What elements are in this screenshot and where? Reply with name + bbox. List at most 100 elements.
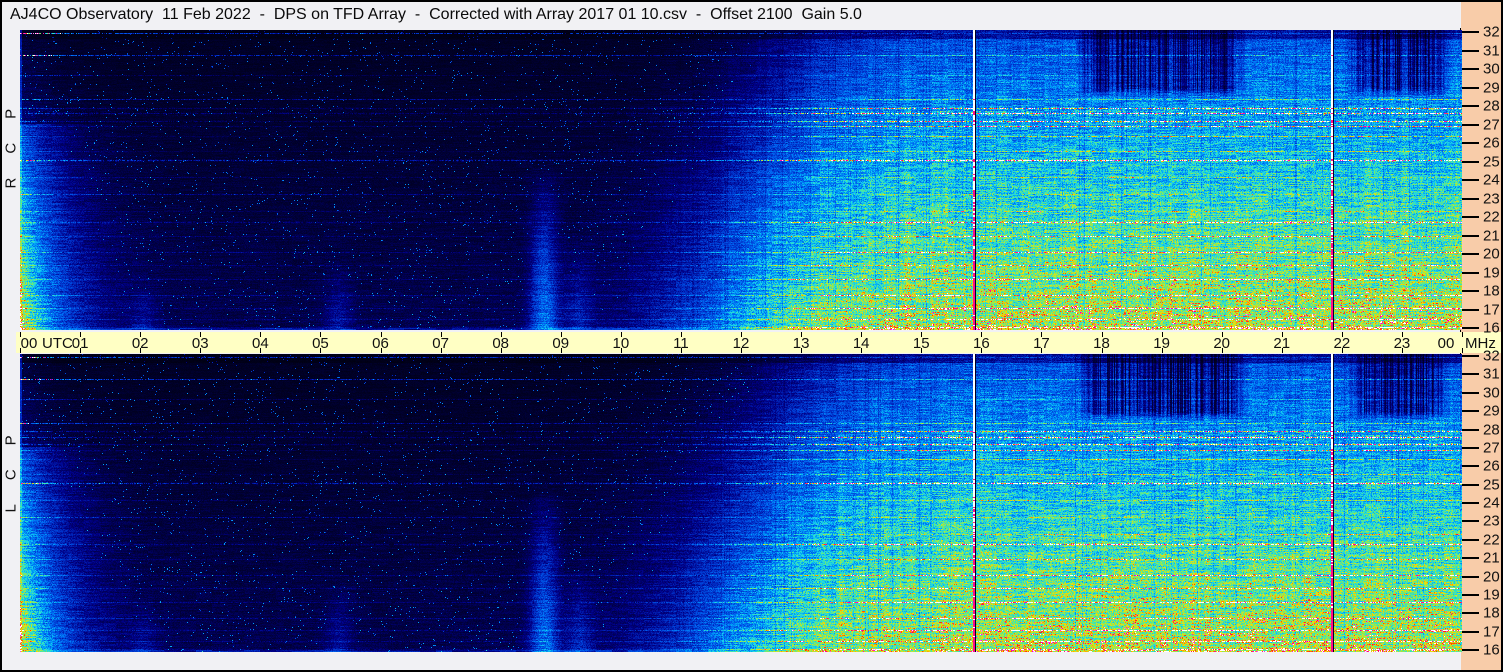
time-label: 11	[673, 335, 689, 352]
freq-tick	[1462, 538, 1479, 541]
freq-tick	[1462, 216, 1479, 218]
freq-tick-label: 32	[1483, 23, 1500, 41]
freq-tick	[1462, 123, 1479, 126]
freq-tick	[1462, 355, 1479, 357]
freq-tick	[1462, 575, 1479, 578]
freq-tick-label: 23	[1483, 512, 1500, 530]
time-label: 23	[1393, 335, 1411, 352]
freq-tick-label: 27	[1483, 439, 1500, 457]
freq-tick	[1462, 160, 1479, 163]
time-label: 04	[251, 335, 269, 352]
spectrogram-lcp	[20, 354, 1462, 652]
freq-tick	[1462, 68, 1479, 70]
time-label: 09	[552, 335, 570, 352]
freq-tick-label: 29	[1483, 402, 1500, 420]
time-tick	[1462, 332, 1463, 337]
time-label: 22	[1333, 335, 1351, 352]
utc-unit-label: UTC	[42, 335, 73, 352]
time-axis: 00 01 02 03 04 05 06 07 08 09 10 11 12 13 14 15 16 17 18 19…	[16, 332, 1501, 353]
time-label: 14	[852, 335, 870, 352]
time-label: 12	[732, 335, 750, 352]
freq-tick	[1462, 49, 1479, 52]
freq-tick-label: 18	[1483, 282, 1500, 300]
freq-tick-label: 31	[1483, 365, 1500, 383]
freq-tick	[1462, 142, 1479, 144]
freq-tick	[1462, 520, 1479, 523]
freq-tick	[1462, 179, 1479, 181]
freq-tick-label: 21	[1483, 227, 1500, 244]
freq-tick-label: 26	[1483, 457, 1500, 475]
time-label: 07	[432, 335, 449, 352]
time-label: 05	[312, 335, 329, 352]
freq-tick	[1462, 105, 1479, 107]
freq-tick-label: 20	[1483, 568, 1500, 585]
freq-tick	[1462, 593, 1479, 596]
freq-tick-label: 18	[1483, 604, 1500, 622]
freq-tick-label: 17	[1483, 623, 1500, 641]
time-label: 13	[792, 335, 810, 352]
time-label: 03	[191, 335, 209, 352]
spectrogram-rcp	[20, 30, 1462, 330]
time-label: 10	[612, 335, 630, 352]
time-label: 06	[372, 335, 389, 352]
time-label: 08	[492, 335, 509, 352]
freq-tick	[1462, 557, 1479, 560]
freq-tick-label: 22	[1483, 531, 1500, 549]
time-label: 19	[1153, 335, 1170, 352]
freq-tick	[1462, 465, 1479, 468]
freq-tick-label: 24	[1483, 494, 1500, 512]
freq-tick	[1462, 197, 1479, 200]
time-label: 15	[912, 335, 930, 352]
freq-tick-label: 23	[1483, 190, 1500, 207]
freq-tick	[1462, 373, 1479, 376]
freq-tick-label: 16	[1483, 319, 1500, 337]
freq-tick-label: 27	[1483, 116, 1500, 133]
freq-tick	[1462, 483, 1479, 486]
freq-tick-label: 17	[1483, 301, 1500, 318]
freq-tick	[1462, 428, 1479, 431]
freq-tick-label: 32	[1483, 347, 1500, 365]
freq-tick-label: 28	[1483, 421, 1500, 438]
freq-tick-label: 24	[1483, 171, 1500, 189]
time-label: 18	[1093, 335, 1110, 352]
time-tick	[1462, 348, 1463, 353]
freq-tick	[1462, 86, 1479, 89]
time-label: 00	[20, 335, 38, 352]
freq-tick-label: 16	[1483, 641, 1500, 659]
freq-tick-label: 19	[1483, 264, 1500, 281]
freq-tick	[1462, 253, 1479, 255]
freq-tick	[1462, 327, 1479, 329]
freq-tick	[1462, 630, 1479, 633]
freq-tick-label: 25	[1483, 153, 1500, 170]
freq-tick	[1462, 612, 1479, 615]
freq-tick-label: 26	[1483, 134, 1500, 152]
lcp-panel-label: LCP	[2, 411, 20, 513]
time-label: 21	[1273, 335, 1291, 352]
time-label: 00	[1437, 335, 1455, 352]
time-label: 20	[1213, 335, 1230, 352]
freq-tick-label: 20	[1483, 245, 1500, 263]
freq-tick	[1462, 502, 1479, 504]
page-title: AJ4CO Observatory 11 Feb 2022 - DPS on T…	[10, 6, 862, 23]
time-label: 17	[1033, 335, 1050, 352]
freq-tick-label: 30	[1483, 384, 1500, 402]
time-label: 16	[972, 335, 990, 352]
freq-tick-label: 25	[1483, 476, 1500, 494]
freq-tick-label: 29	[1483, 79, 1500, 96]
freq-tick	[1462, 271, 1479, 274]
freq-tick	[1462, 649, 1479, 651]
freq-tick	[1462, 391, 1479, 394]
freq-tick	[1462, 290, 1479, 292]
freq-tick-label: 21	[1483, 549, 1500, 567]
freq-tick	[1462, 446, 1479, 449]
freq-tick	[1462, 31, 1479, 33]
rcp-panel-label: RCP	[2, 84, 20, 189]
freq-tick-label: 31	[1483, 42, 1500, 59]
freq-tick	[1462, 234, 1479, 237]
time-label: 02	[131, 335, 149, 352]
freq-tick-label: 19	[1483, 586, 1500, 604]
freq-tick	[1462, 410, 1479, 413]
freq-tick-label: 30	[1483, 60, 1500, 78]
freq-tick-label: 28	[1483, 97, 1500, 115]
title-bar: AJ4CO Observatory 11 Feb 2022 - DPS on T…	[2, 2, 1461, 28]
